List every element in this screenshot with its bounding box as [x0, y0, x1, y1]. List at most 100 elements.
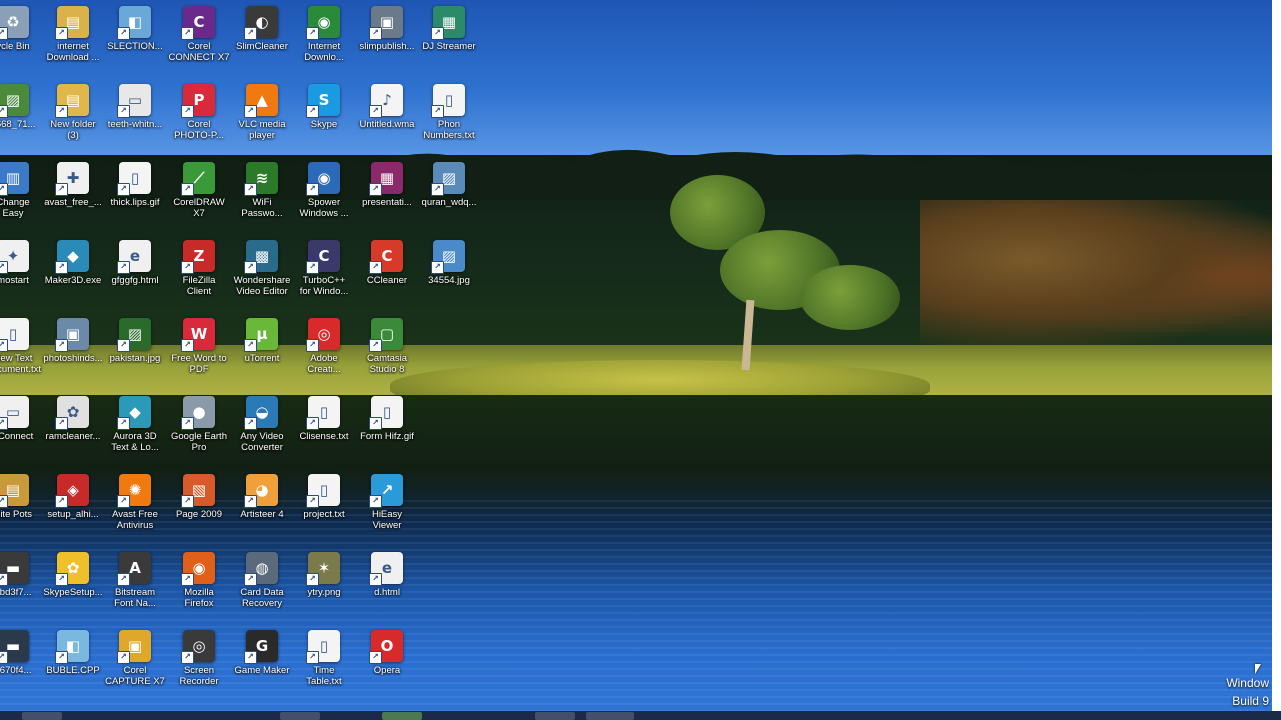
- desktop-icon[interactable]: ≋ ↗ WiFi Passwo...: [231, 162, 293, 238]
- desktop-icon[interactable]: G ↗ Game Maker: [231, 630, 293, 706]
- desktop-icon[interactable]: ◧ ↗ BUBLE.CPP: [42, 630, 104, 706]
- taskbar-item[interactable]: [22, 712, 62, 720]
- desktop-icon[interactable]: ▢ ↗ Camtasia Studio 8: [356, 318, 418, 394]
- shortcut-arrow-icon: ↗: [306, 417, 319, 430]
- desktop-icon[interactable]: O ↗ Opera: [356, 630, 418, 706]
- desktop-icon[interactable]: ◎ ↗ Adobe Creati...: [293, 318, 355, 394]
- desktop-icon[interactable]: ✦ ↗ mostart: [0, 240, 44, 316]
- desktop-icon[interactable]: ◉ ↗ Spower Windows ...: [293, 162, 355, 238]
- desktop-icon[interactable]: ◕ ↗ Artisteer 4: [231, 474, 293, 550]
- desktop-icon[interactable]: ▦ ↗ DJ Streamer: [418, 6, 480, 82]
- app-icon: G ↗: [244, 630, 278, 664]
- desktop-icon[interactable]: ▬↗0670f4...: [0, 630, 44, 706]
- app-icon: ✚ ↗: [55, 162, 89, 196]
- desktop-icon[interactable]: ▬↗5bd3f7...: [0, 552, 44, 628]
- desktop-icon[interactable]: ↗ ↗ HiEasy Viewer: [356, 474, 418, 550]
- desktop-icon[interactable]: ◍ ↗ Card Data Recovery: [231, 552, 293, 628]
- taskbar-item[interactable]: [535, 712, 575, 720]
- desktop-icon[interactable]: ♪ ↗ Untitled.wma: [356, 84, 418, 160]
- desktop-icon[interactable]: ⟋ ↗ CorelDRAW X7: [168, 162, 230, 238]
- shortcut-arrow-icon: ↗: [117, 417, 130, 430]
- desktop-icon-label: quran_wdq...: [421, 197, 477, 208]
- desktop-icon[interactable]: ▤↗Site Pots: [0, 474, 44, 550]
- desktop-icon[interactable]: ▣ ↗ Corel CAPTURE X7: [104, 630, 166, 706]
- desktop-icon[interactable]: W ↗ Free Word to PDF: [168, 318, 230, 394]
- taskbar-item[interactable]: [382, 712, 422, 720]
- app-icon: ♻ ↗: [0, 6, 29, 40]
- desktop-icon[interactable]: ◈ ↗ setup_alhi...: [42, 474, 104, 550]
- desktop-icon-label: presentati...: [362, 197, 412, 208]
- desktop-icon[interactable]: e ↗ gfggfg.html: [104, 240, 166, 316]
- desktop-icon[interactable]: ▣ ↗ slimpublish...: [356, 6, 418, 82]
- shortcut-arrow-icon: ↗: [369, 105, 382, 118]
- app-icon: ▯ ↗: [306, 630, 340, 664]
- desktop-icon[interactable]: ● ↗ Google Earth Pro: [168, 396, 230, 472]
- desktop-icon[interactable]: ◉ ↗ Mozilla Firefox: [168, 552, 230, 628]
- app-icon: ▣ ↗: [117, 630, 151, 664]
- taskbar-item[interactable]: [280, 712, 320, 720]
- desktop-icon[interactable]: ▭ ↗ teeth-whitn...: [104, 84, 166, 160]
- desktop-icon[interactable]: ▩ ↗ Wondershare Video Editor: [231, 240, 293, 316]
- desktop-icon[interactable]: ▯ ↗ project.txt: [293, 474, 355, 550]
- desktop-icon-label: Camtasia Studio 8: [366, 353, 408, 375]
- desktop-icon[interactable]: ▥↗Change Easy: [0, 162, 44, 238]
- desktop-icon[interactable]: ✶ ↗ ytry.png: [293, 552, 355, 628]
- shortcut-arrow-icon: ↗: [306, 651, 319, 664]
- app-icon: ◆ ↗: [117, 396, 151, 430]
- app-icon: ◉ ↗: [306, 6, 340, 40]
- desktop-icon[interactable]: e ↗ d.html: [356, 552, 418, 628]
- desktop-icon[interactable]: ▦ ↗ presentati...: [356, 162, 418, 238]
- desktop-icon[interactable]: ✿ ↗ ramcleaner...: [42, 396, 104, 472]
- desktop-icon[interactable]: C ↗ TurboC++ for Windo...: [293, 240, 355, 316]
- desktop-icon[interactable]: ◎ ↗ Screen Recorder: [168, 630, 230, 706]
- desktop-icon[interactable]: ▯ ↗ thick.lips.gif: [104, 162, 166, 238]
- desktop-icon[interactable]: ✚ ↗ avast_free_...: [42, 162, 104, 238]
- desktop-icon[interactable]: ♻↗ycle Bin: [0, 6, 44, 82]
- desktop-icon-label: internet Download ...: [46, 41, 100, 63]
- desktop-icon[interactable]: ▤ ↗ New folder (3): [42, 84, 104, 160]
- desktop-icon[interactable]: C ↗ Corel CONNECT X7: [168, 6, 230, 82]
- shortcut-arrow-icon: ↗: [181, 183, 194, 196]
- desktop-icon[interactable]: ▨ ↗ pakistan.jpg: [104, 318, 166, 394]
- shortcut-arrow-icon: ↗: [55, 261, 68, 274]
- desktop-icon[interactable]: ▲ ↗ VLC media player: [231, 84, 293, 160]
- desktop-icon[interactable]: ▧ ↗ Page 2009: [168, 474, 230, 550]
- desktop-icon[interactable]: ▤ ↗ internet Download ...: [42, 6, 104, 82]
- desktop-icon[interactable]: ▯ ↗ Time Table.txt: [293, 630, 355, 706]
- desktop-icon[interactable]: ▯ ↗ Form Hifz.gif: [356, 396, 418, 472]
- shortcut-arrow-icon: ↗: [55, 105, 68, 118]
- app-icon: e ↗: [117, 240, 151, 274]
- desktop-icon[interactable]: ▨↗3668_71...: [0, 84, 44, 160]
- desktop-icon[interactable]: Z ↗ FileZilla Client: [168, 240, 230, 316]
- desktop-icon[interactable]: S ↗ Skype: [293, 84, 355, 160]
- desktop-icon[interactable]: ▯ ↗ Clisense.txt: [293, 396, 355, 472]
- desktop-icon-label: Time Table.txt: [306, 665, 342, 687]
- desktop-icon[interactable]: ▨ ↗ quran_wdq...: [418, 162, 480, 238]
- desktop-icon[interactable]: ▣ ↗ photoshinds...: [42, 318, 104, 394]
- app-icon: ▤ ↗: [55, 84, 89, 118]
- desktop-icon[interactable]: ◆ ↗ Aurora 3D Text & Lo...: [104, 396, 166, 472]
- desktop-icon-label: Artisteer 4: [240, 509, 284, 520]
- taskbar-item[interactable]: [586, 712, 634, 720]
- desktop-icon[interactable]: ▭↗oConnect: [0, 396, 44, 472]
- app-icon: ✺ ↗: [117, 474, 151, 508]
- desktop-icon[interactable]: A ↗ Bitstream Font Na...: [104, 552, 166, 628]
- desktop-icon[interactable]: ✿ ↗ SkypeSetup...: [42, 552, 104, 628]
- desktop-icon[interactable]: ◐ ↗ SlimCleaner: [231, 6, 293, 82]
- desktop-icon[interactable]: ◒ ↗ Any Video Converter: [231, 396, 293, 472]
- desktop-icon[interactable]: µ ↗ uTorrent: [231, 318, 293, 394]
- desktop-icon[interactable]: ▨ ↗ 34554.jpg: [418, 240, 480, 316]
- app-icon: ✿ ↗: [55, 396, 89, 430]
- app-icon: ▲ ↗: [244, 84, 278, 118]
- desktop-icon[interactable]: ▯↗New Text Document.txt: [0, 318, 44, 394]
- desktop-icon[interactable]: ◧ ↗ SLECTION...: [104, 6, 166, 82]
- desktop-icon[interactable]: ▯ ↗ Phon Numbers.txt: [418, 84, 480, 160]
- desktop-icon[interactable]: ✺ ↗ Avast Free Antivirus: [104, 474, 166, 550]
- desktop-icon[interactable]: ◆ ↗ Maker3D.exe: [42, 240, 104, 316]
- desktop-icon-label: Skype: [310, 119, 338, 130]
- desktop-icon[interactable]: P ↗ Corel PHOTO-P...: [168, 84, 230, 160]
- shortcut-arrow-icon: ↗: [0, 417, 8, 430]
- desktop-icon[interactable]: C ↗ CCleaner: [356, 240, 418, 316]
- desktop-icon-label: Corel PHOTO-P...: [174, 119, 224, 141]
- desktop-icon[interactable]: ◉ ↗ Internet Downlo...: [293, 6, 355, 82]
